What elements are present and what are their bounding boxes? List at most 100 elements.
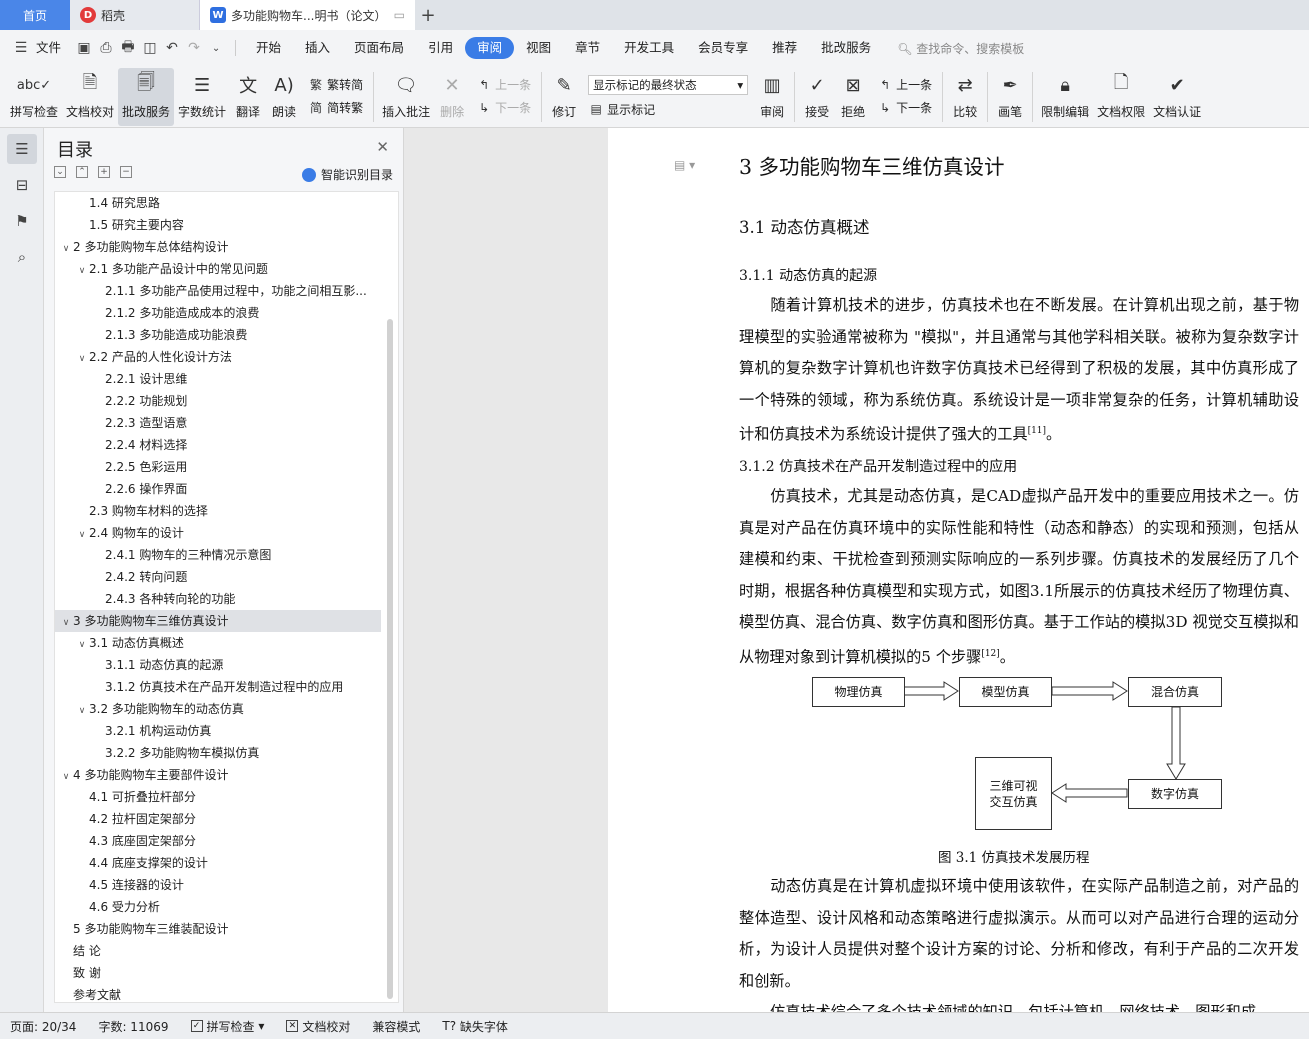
toc-entry[interactable]: 参考文献 <box>55 984 381 1002</box>
translate-button[interactable]: 文翻译 <box>230 68 266 126</box>
tab-home[interactable]: 首页 <box>0 0 70 30</box>
toc-entry[interactable]: 2.1.3 多功能造成功能浪费 <box>55 324 381 346</box>
toc-entry[interactable]: 5 多功能购物车三维装配设计 <box>55 918 381 940</box>
print-preview-icon[interactable]: ◫ <box>139 37 161 59</box>
status-proofread[interactable]: ✕ 文档校对 <box>286 1018 350 1035</box>
hamburger-menu-icon[interactable]: ☰ <box>10 37 32 59</box>
next-comment-button[interactable]: ↳ 下一条 <box>476 99 531 116</box>
accept-button[interactable]: ✓ 接受 <box>799 68 835 126</box>
display-state-select[interactable]: 显示标记的最终状态 ▾ <box>588 74 749 95</box>
chevron-down-icon[interactable]: ∨ <box>75 524 89 544</box>
smart-toc-button[interactable]: 智能识别目录 <box>301 166 393 183</box>
menu-item[interactable]: 会员专享 <box>686 37 760 59</box>
command-search[interactable]: 🔍︎ 查找命令、搜索模板 <box>897 40 1024 57</box>
to-traditional-button[interactable]: 繁繁转简 <box>308 76 363 93</box>
toc-entry[interactable]: ∨ 3.1 动态仿真概述 <box>55 632 381 654</box>
quick-access-more-icon[interactable]: ⌄ <box>205 37 227 59</box>
document-page[interactable]: ▤ ▾ 3 多功能购物车三维仿真设计 3.1 动态仿真概述 3.1.1 动态仿真… <box>608 128 1309 1012</box>
missing-font[interactable]: T? 缺失字体 <box>442 1018 508 1035</box>
toc-entry[interactable]: 2.3 购物车材料的选择 <box>55 500 381 522</box>
print-icon[interactable]: 🖶 <box>117 37 139 59</box>
toc-entry[interactable]: ∨ 2.4 购物车的设计 <box>55 522 381 544</box>
prev-comment-button[interactable]: ↰ 上一条 <box>476 76 531 93</box>
insert-comment-button[interactable]: 🗨 插入批注 <box>378 68 434 126</box>
compare-button[interactable]: ⇄ 比较 <box>947 68 983 126</box>
toc-entry[interactable]: 2.2.6 操作界面 <box>55 478 381 500</box>
chevron-down-icon[interactable]: ∨ <box>59 238 73 258</box>
show-marks-button[interactable]: ▤ 显示标记 <box>588 101 748 118</box>
toc-entry[interactable]: ∨ 4 多功能购物车主要部件设计 <box>55 764 381 786</box>
menu-item[interactable]: 页面布局 <box>342 37 416 59</box>
spellcheck-button[interactable]: abc✓ 拼写检查 <box>6 68 62 126</box>
toc-entry[interactable]: 2.1.1 多功能产品使用过程中，功能之间相互影... <box>55 280 381 302</box>
menu-item[interactable]: 批改服务 <box>809 37 883 59</box>
revise-button[interactable]: ✎ 修订 <box>546 68 582 126</box>
pen-button[interactable]: ✒ 画笔 <box>992 68 1028 126</box>
toc-entry[interactable]: ∨ 2.1 多功能产品设计中的常见问题 <box>55 258 381 280</box>
read-aloud-button[interactable]: A) 朗读 <box>266 68 302 126</box>
chevron-down-icon[interactable]: ∨ <box>75 260 89 280</box>
delete-comment-button[interactable]: ✕ 删除 <box>434 68 470 126</box>
menu-file[interactable]: 文件 <box>32 37 73 59</box>
toc-entry[interactable]: 3.1.2 仿真技术在产品开发制造过程中的应用 <box>55 676 381 698</box>
toc-entry[interactable]: 4.4 底座支撑架的设计 <box>55 852 381 874</box>
tab-screen-icon[interactable]: ▭ <box>394 8 405 22</box>
export-pdf-icon[interactable]: ⎙ <box>95 37 117 59</box>
chevron-down-icon[interactable]: ∨ <box>59 766 73 786</box>
toc-entry[interactable]: 3.1.1 动态仿真的起源 <box>55 654 381 676</box>
toc-entry[interactable]: 2.1.2 多功能造成成本的浪费 <box>55 302 381 324</box>
toc-entry[interactable]: 2.4.3 各种转向轮的功能 <box>55 588 381 610</box>
menu-item[interactable]: 开始 <box>244 37 293 59</box>
toc-entry[interactable]: 2.2.3 造型语意 <box>55 412 381 434</box>
expand-icon[interactable]: ⌃ <box>76 166 88 178</box>
doc-certify-button[interactable]: ✔ 文档认证 <box>1149 68 1205 126</box>
toc-icon[interactable]: ☰ <box>7 134 37 164</box>
undo-icon[interactable]: ↶ <box>161 37 183 59</box>
menu-item[interactable]: 章节 <box>563 37 612 59</box>
menu-item[interactable]: 开发工具 <box>612 37 686 59</box>
find-icon[interactable]: ⌕ <box>7 242 37 272</box>
page-indicator[interactable]: 页面: 20/34 <box>10 1018 76 1035</box>
chapter-nav-icon[interactable]: ⊟ <box>7 170 37 200</box>
toc-entry[interactable]: 2.2.5 色彩运用 <box>55 456 381 478</box>
toc-entry[interactable]: 1.4 研究思路 <box>55 192 381 214</box>
add-level-icon[interactable]: + <box>98 166 110 178</box>
chevron-down-icon[interactable]: ∨ <box>75 700 89 720</box>
toc-entry[interactable]: 4.2 拉杆固定架部分 <box>55 808 381 830</box>
doc-permission-button[interactable]: 🗋 文档权限 <box>1093 68 1149 126</box>
proofread-button[interactable]: 🗎 文档校对 <box>62 68 118 126</box>
correction-service-button[interactable]: 🗐 批改服务 <box>118 68 175 126</box>
chevron-down-icon[interactable]: ∨ <box>59 612 73 632</box>
menu-item[interactable]: 插入 <box>293 37 342 59</box>
word-count[interactable]: 字数: 11069 <box>98 1018 168 1035</box>
toc-entry[interactable]: 4.5 连接器的设计 <box>55 874 381 896</box>
collapse-icon[interactable]: ⌄ <box>54 166 66 178</box>
to-simplified-button[interactable]: 简简转繁 <box>308 99 363 116</box>
chevron-down-icon[interactable]: ∨ <box>75 634 89 654</box>
remove-level-icon[interactable]: − <box>120 166 132 178</box>
toc-entry[interactable]: 2.2.4 材料选择 <box>55 434 381 456</box>
redo-icon[interactable]: ↷ <box>183 37 205 59</box>
toc-entry[interactable]: 2.4.2 转向问题 <box>55 566 381 588</box>
menu-item[interactable]: 引用 <box>416 37 465 59</box>
menu-item-review[interactable]: 审阅 <box>465 37 515 59</box>
tab-document[interactable]: W 多功能购物车...明书（论文） ▭ <box>200 0 415 30</box>
next-revision-button[interactable]: ↳ 下一条 <box>877 99 932 116</box>
status-spellcheck[interactable]: ✓ 拼写检查 ▾ <box>190 1018 264 1035</box>
toc-entry[interactable]: ∨ 3.2 多功能购物车的动态仿真 <box>55 698 381 720</box>
menu-item[interactable]: 视图 <box>514 37 563 59</box>
prev-revision-button[interactable]: ↰ 上一条 <box>877 76 932 93</box>
wordcount-button[interactable]: ☰ 字数统计 <box>174 68 230 126</box>
toc-entry[interactable]: 2.2.1 设计思维 <box>55 368 381 390</box>
toc-entry[interactable]: 4.6 受力分析 <box>55 896 381 918</box>
toc-entry[interactable]: 2.4.1 购物车的三种情况示意图 <box>55 544 381 566</box>
new-tab-button[interactable]: + <box>415 0 441 30</box>
close-icon[interactable]: ✕ <box>376 138 389 156</box>
toc-entry[interactable]: 3.2.2 多功能购物车模拟仿真 <box>55 742 381 764</box>
toc-scrollbar[interactable] <box>387 319 393 999</box>
toc-entry[interactable]: 结 论 <box>55 940 381 962</box>
toc-entry[interactable]: ∨ 2.2 产品的人性化设计方法 <box>55 346 381 368</box>
toc-entry[interactable]: 3.2.1 机构运动仿真 <box>55 720 381 742</box>
toc-entry[interactable]: 4.3 底座固定架部分 <box>55 830 381 852</box>
toc-entry[interactable]: ∨ 3 多功能购物车三维仿真设计 <box>55 610 381 632</box>
